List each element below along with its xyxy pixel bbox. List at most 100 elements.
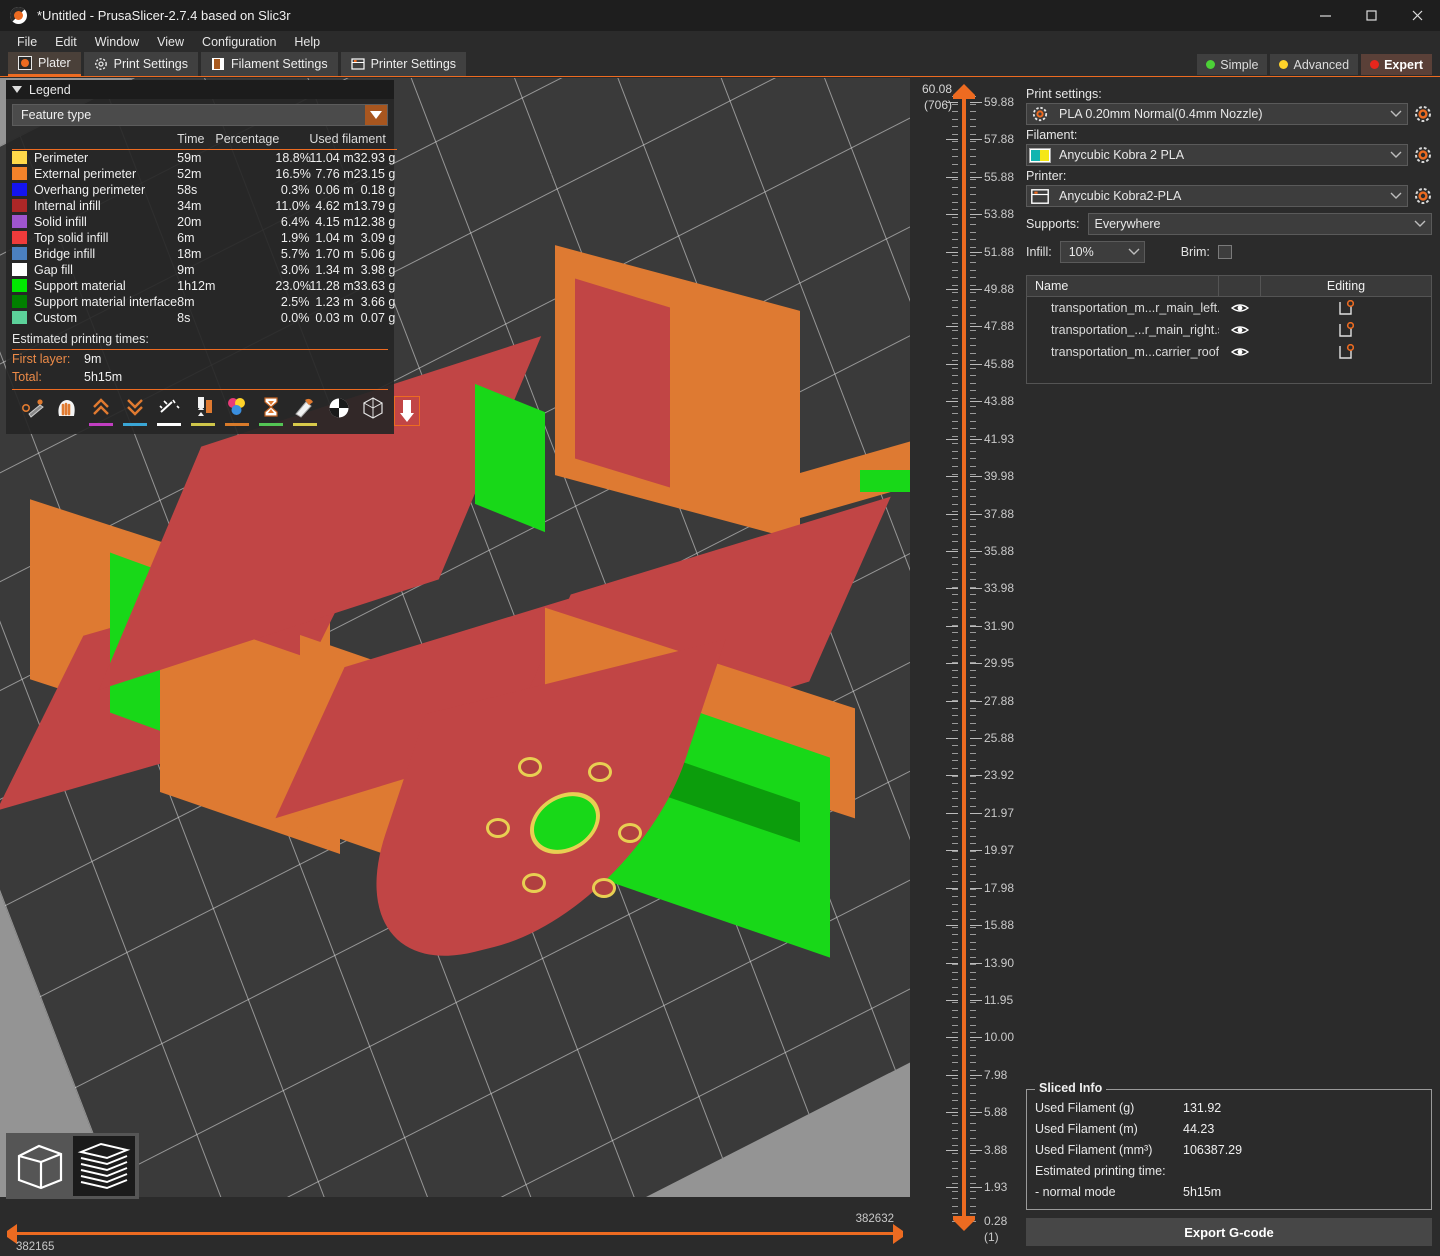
feature-weight: 32.93 g xyxy=(354,150,398,167)
table-row[interactable]: transportation_m...r_main_left.stl xyxy=(1027,297,1431,319)
slider-minor-tick xyxy=(970,141,976,142)
shells-icon[interactable] xyxy=(292,396,318,426)
supports-row: Supports: Everywhere xyxy=(1026,213,1432,235)
tab-printer-settings[interactable]: Printer Settings xyxy=(341,52,466,76)
menu-configuration[interactable]: Configuration xyxy=(193,33,285,51)
printer-edit-gear-icon[interactable] xyxy=(1414,187,1432,205)
view-type-value: Feature type xyxy=(21,108,91,122)
slider-minor-tick xyxy=(952,594,958,595)
legend-header[interactable]: Legend xyxy=(6,80,394,99)
3d-editor-view-button[interactable] xyxy=(9,1136,71,1196)
seams-up-icon[interactable] xyxy=(88,396,114,426)
bounding-box-icon[interactable] xyxy=(360,396,386,426)
slider-minor-tick xyxy=(970,987,976,988)
chevron-down-icon[interactable] xyxy=(1409,220,1431,228)
slider-minor-tick xyxy=(952,1047,958,1048)
close-icon[interactable] xyxy=(1394,0,1440,31)
slider-tick-label: 19.97 xyxy=(984,843,1014,857)
slider-tick-label: 21.97 xyxy=(984,806,1014,820)
eye-icon[interactable] xyxy=(1219,346,1261,358)
minimize-icon[interactable] xyxy=(1302,0,1348,31)
preview-view-button[interactable] xyxy=(73,1136,135,1196)
editing-icon[interactable] xyxy=(1261,300,1431,316)
print-settings-edit-gear-icon[interactable] xyxy=(1414,105,1432,123)
mode-expert-button[interactable]: Expert xyxy=(1361,54,1432,75)
vertical-layer-slider[interactable]: 60.08 (706) 59.8857.8855.8853.8851.8849.… xyxy=(910,78,1018,1256)
vertical-slider-lower-thumb[interactable] xyxy=(952,1215,976,1231)
print-pauses-icon[interactable] xyxy=(224,396,250,426)
menu-file[interactable]: File xyxy=(8,33,46,51)
chevron-down-icon[interactable] xyxy=(365,105,387,125)
feature-type-table: Time Percentage Used filament Perimeter … xyxy=(12,131,397,326)
slider-minor-tick xyxy=(970,979,976,980)
table-row[interactable]: transportation_m...carrier_roof.stl xyxy=(1027,341,1431,363)
horizontal-slider-right-thumb[interactable] xyxy=(892,1224,904,1244)
chevron-down-icon[interactable] xyxy=(1385,110,1407,118)
chevron-down-icon[interactable] xyxy=(1128,245,1140,259)
infill-select[interactable]: 10% xyxy=(1060,241,1145,263)
color-changes-icon[interactable] xyxy=(190,396,216,426)
printer-row: Anycubic Kobra2-PLA xyxy=(1026,185,1432,207)
legend-toggle-icon[interactable] xyxy=(326,396,352,426)
editing-icon[interactable] xyxy=(1261,344,1431,360)
sliced-info-title: Sliced Info xyxy=(1035,1081,1106,1095)
menu-edit[interactable]: Edit xyxy=(46,33,86,51)
eye-icon[interactable] xyxy=(1219,324,1261,336)
print-settings-select[interactable]: PLA 0.20mm Normal(0.4mm Nozzle) xyxy=(1026,103,1408,125)
seams-down-icon[interactable] xyxy=(122,396,148,426)
slider-minor-tick xyxy=(952,647,958,648)
total-time-label: Total: xyxy=(12,370,84,384)
slider-minor-tick xyxy=(970,255,976,256)
slider-minor-tick xyxy=(970,896,976,897)
slider-tick-label: 13.90 xyxy=(984,956,1014,970)
slider-tick-label: 35.88 xyxy=(984,544,1014,558)
tool-changes-icon[interactable] xyxy=(156,396,182,426)
filament-edit-gear-icon[interactable] xyxy=(1414,146,1432,164)
slider-major-tick xyxy=(946,1000,958,1001)
horizontal-move-slider[interactable]: 382632 382165 xyxy=(0,1197,910,1256)
feature-weight: 3.09 g xyxy=(354,230,398,246)
vertical-slider-track[interactable] xyxy=(962,96,966,1221)
tab-plater[interactable]: Plater xyxy=(8,52,81,76)
eye-icon[interactable] xyxy=(1219,302,1261,314)
maximize-icon[interactable] xyxy=(1348,0,1394,31)
mode-advanced-button[interactable]: Advanced xyxy=(1270,54,1358,75)
supports-select[interactable]: Everywhere xyxy=(1088,213,1432,235)
brim-checkbox[interactable] xyxy=(1218,245,1232,259)
menu-window[interactable]: Window xyxy=(86,33,148,51)
vertical-slider-upper-thumb[interactable] xyxy=(952,84,976,100)
slider-major-tick xyxy=(946,850,958,851)
tab-filament-settings[interactable]: Filament Settings xyxy=(201,52,338,76)
chevron-down-icon[interactable] xyxy=(1385,151,1407,159)
slider-tick-label: 33.98 xyxy=(984,581,1014,595)
menu-help[interactable]: Help xyxy=(285,33,329,51)
editing-icon[interactable] xyxy=(1261,322,1431,338)
filament-select[interactable]: Anycubic Kobra 2 PLA xyxy=(1026,144,1408,166)
color-swatch-icon xyxy=(12,231,27,244)
slider-minor-tick xyxy=(952,768,958,769)
filament-label: Filament: xyxy=(1026,128,1432,142)
slider-minor-tick xyxy=(970,1040,976,1041)
view-type-select[interactable]: Feature type xyxy=(12,104,388,126)
slider-tick-label: 1.93 xyxy=(984,1180,1007,1194)
custom-gcode-icon[interactable] xyxy=(258,396,284,426)
table-row: Custom 8s 0.0% 0.03 m 0.07 g xyxy=(12,310,397,326)
slider-minor-tick xyxy=(970,730,976,731)
export-gcode-button[interactable]: Export G-code xyxy=(1026,1218,1432,1246)
tab-print-settings[interactable]: Print Settings xyxy=(84,52,198,76)
slider-tick-label: 7.98 xyxy=(984,1068,1007,1082)
retractions-icon[interactable] xyxy=(54,396,80,426)
tool-marker-icon[interactable] xyxy=(394,396,420,426)
horizontal-slider-track[interactable] xyxy=(16,1232,894,1235)
mode-simple-button[interactable]: Simple xyxy=(1197,54,1267,75)
slider-minor-tick xyxy=(952,534,958,535)
printer-select[interactable]: Anycubic Kobra2-PLA xyxy=(1026,185,1408,207)
chevron-down-icon[interactable] xyxy=(1385,192,1407,200)
travel-paths-icon[interactable] xyxy=(20,396,46,426)
slider-tick-label: 49.88 xyxy=(984,282,1014,296)
menu-view[interactable]: View xyxy=(148,33,193,51)
slider-minor-tick xyxy=(970,859,976,860)
slider-major-tick xyxy=(946,738,958,739)
table-row[interactable]: transportation_...r_main_right.stl xyxy=(1027,319,1431,341)
slider-major-tick xyxy=(946,1037,958,1038)
